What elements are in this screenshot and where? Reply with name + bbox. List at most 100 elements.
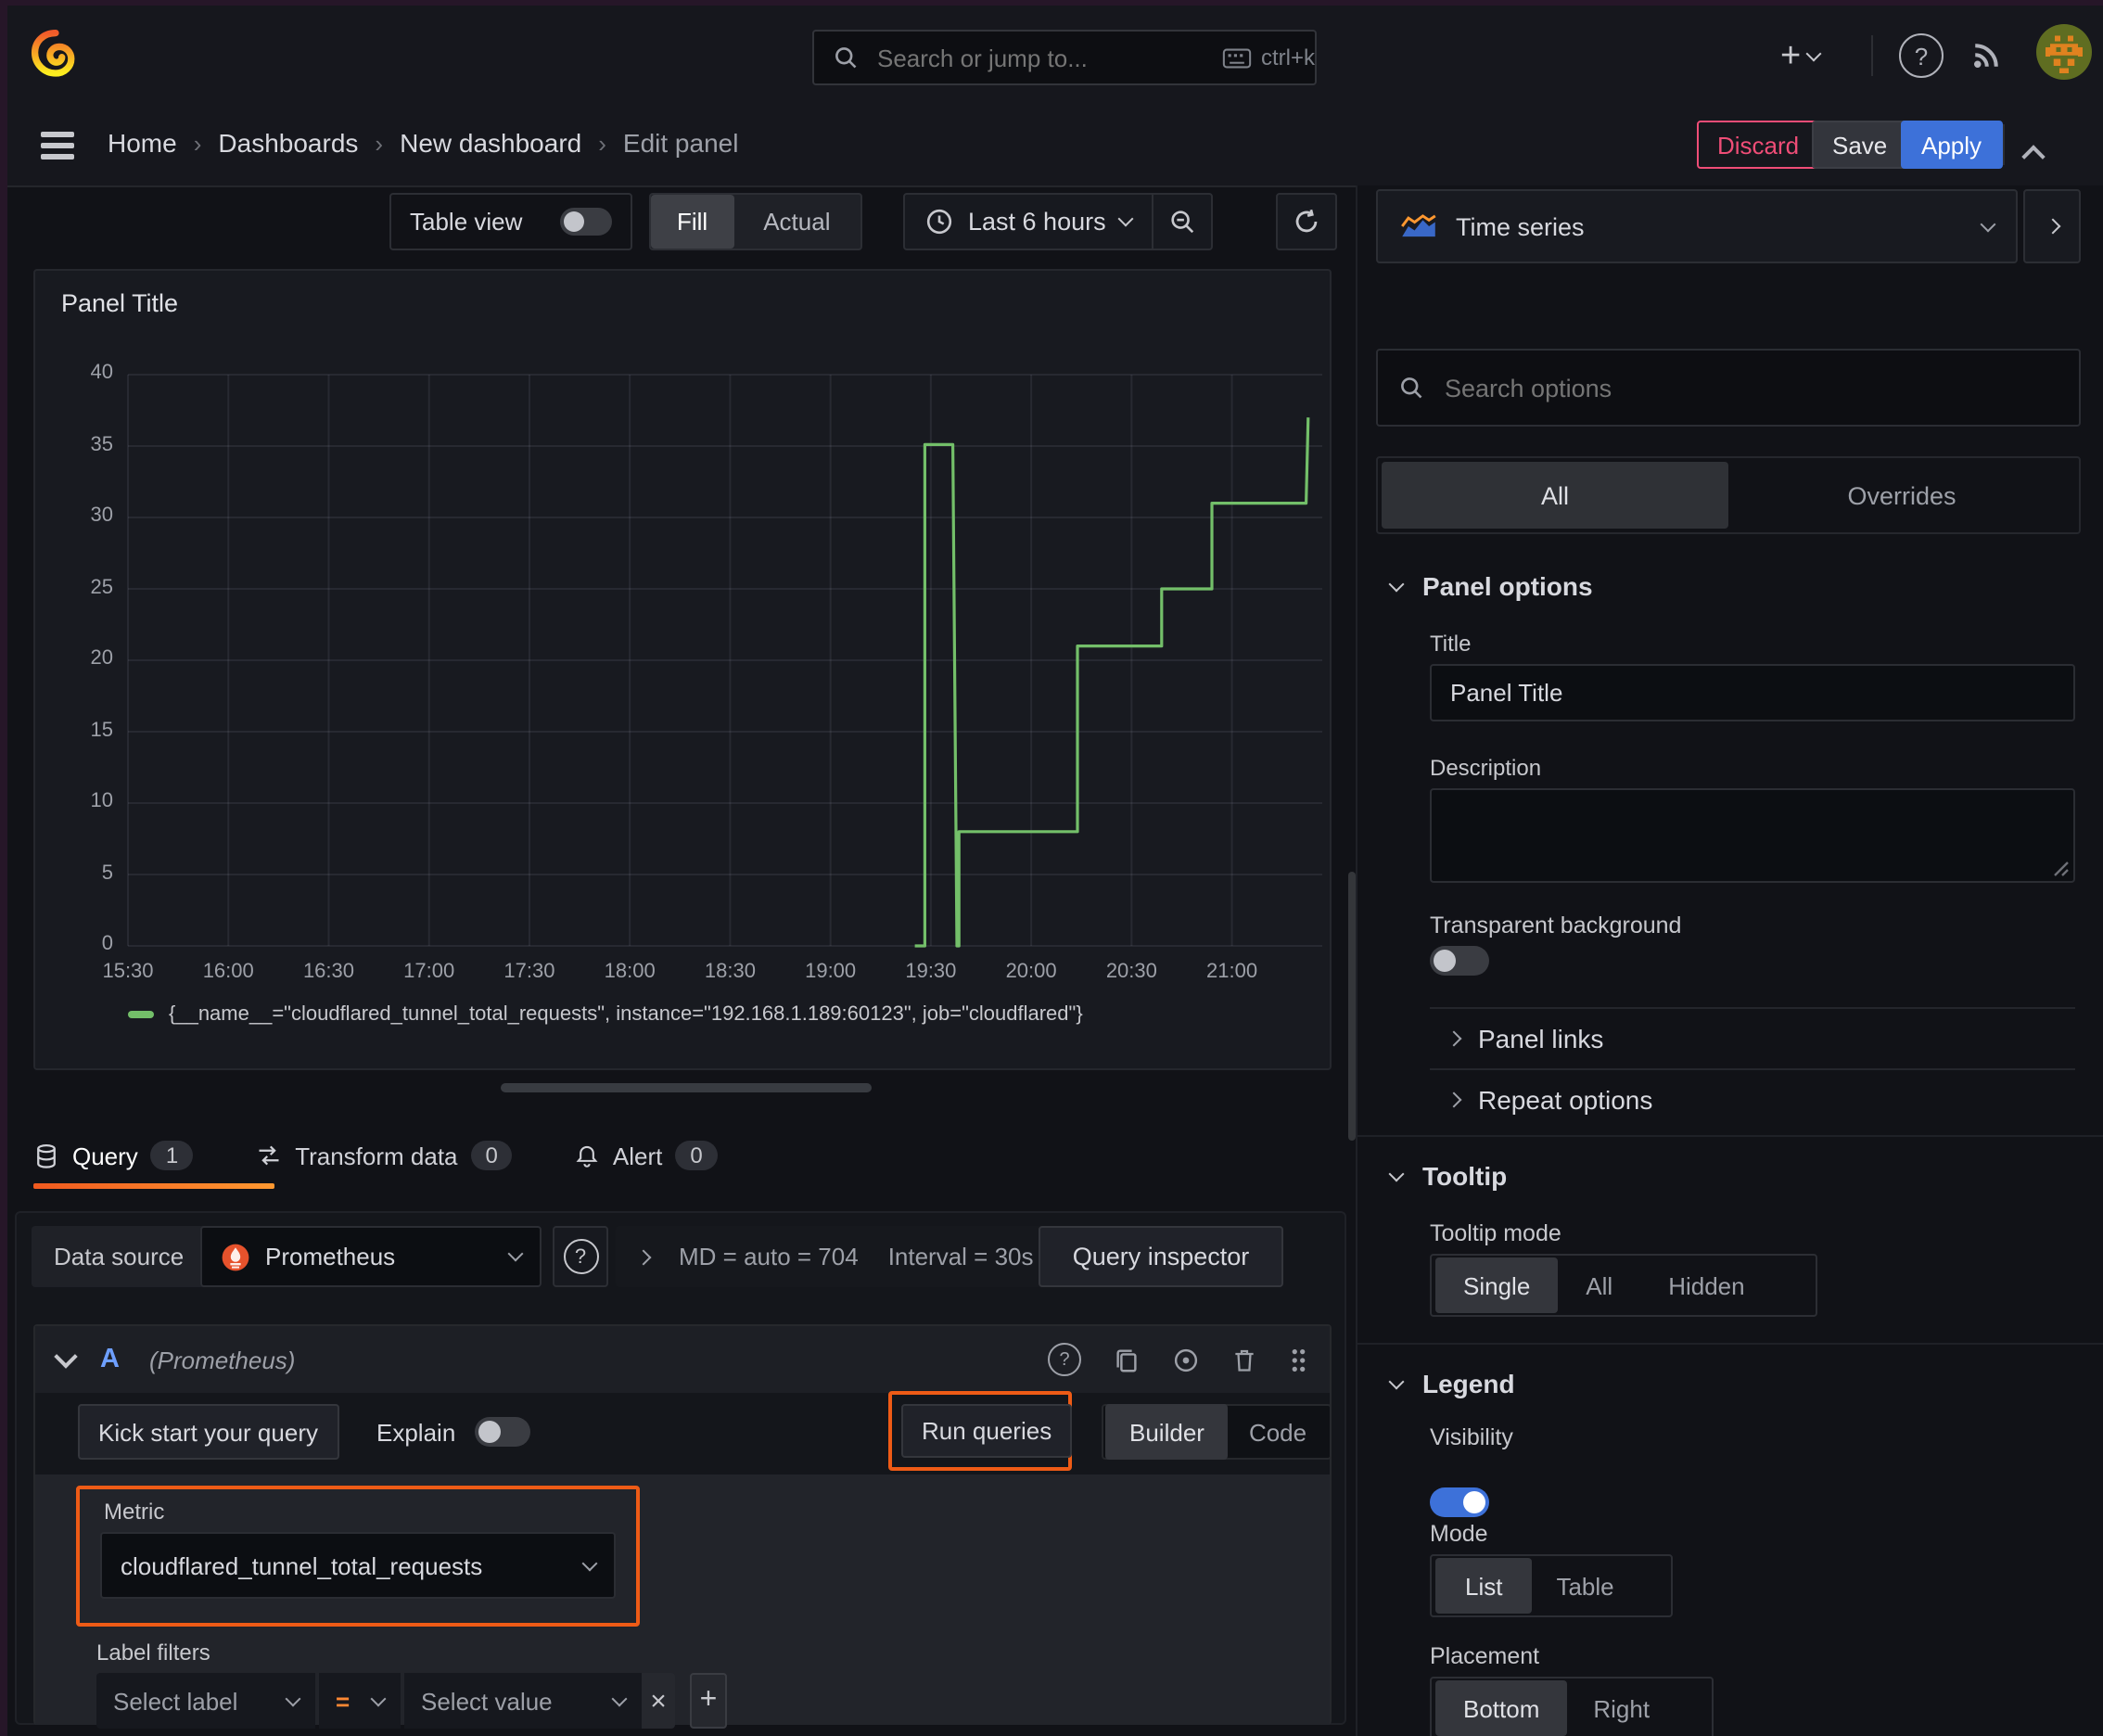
remove-filter-button[interactable]: ×: [642, 1673, 675, 1729]
hamburger-menu-icon[interactable]: [41, 132, 74, 159]
delete-query-icon[interactable]: [1231, 1346, 1257, 1373]
legend-mode-list[interactable]: List: [1435, 1558, 1533, 1614]
chevron-down-icon: [1388, 576, 1405, 593]
repeat-options-row[interactable]: Repeat options: [1446, 1085, 1652, 1115]
panel-options-header[interactable]: Panel options: [1388, 571, 1593, 601]
visualization-picker[interactable]: Time series: [1376, 189, 2018, 263]
chevron-right-icon: [635, 1248, 652, 1265]
metric-value: cloudflared_tunnel_total_requests: [121, 1551, 483, 1579]
explain-toggle[interactable]: [474, 1417, 530, 1447]
options-search[interactable]: [1376, 349, 2081, 427]
panel-links-row[interactable]: Panel links: [1446, 1024, 1603, 1053]
title-input[interactable]: [1430, 664, 2075, 721]
metric-label: Metric: [104, 1499, 165, 1525]
code-option[interactable]: Code: [1229, 1404, 1327, 1460]
tab-transform-data[interactable]: Transform data 0: [256, 1141, 513, 1170]
tab-transform-count: 0: [470, 1141, 513, 1170]
actual-option[interactable]: Actual: [733, 195, 860, 249]
chart-legend[interactable]: {__name__="cloudflared_tunnel_total_requ…: [128, 1003, 1083, 1026]
series-label[interactable]: {__name__="cloudflared_tunnel_total_requ…: [169, 1003, 1083, 1026]
datasource-picker[interactable]: Prometheus: [200, 1226, 542, 1287]
description-textarea[interactable]: [1430, 788, 2075, 883]
add-menu[interactable]: +: [1780, 28, 1822, 83]
options-tabs: All Overrides: [1376, 456, 2081, 534]
collapse-chevron-up-icon[interactable]: [2021, 143, 2046, 171]
breadcrumb-new-dashboard[interactable]: New dashboard: [400, 128, 581, 158]
options-search-input[interactable]: [1441, 372, 2058, 403]
tooltip-mode-all[interactable]: All: [1558, 1257, 1640, 1313]
tab-query[interactable]: Query 1: [33, 1141, 194, 1170]
select-value-dropdown[interactable]: Select value: [404, 1673, 642, 1729]
datasource-help-button[interactable]: ?: [553, 1226, 608, 1287]
disable-query-icon[interactable]: [1172, 1346, 1200, 1373]
tab-overrides[interactable]: Overrides: [1728, 462, 2075, 529]
kick-start-query-button[interactable]: Kick start your query: [78, 1404, 338, 1460]
resize-grip-icon[interactable]: [2053, 861, 2070, 877]
chevron-down-icon: [581, 1554, 598, 1571]
query-help-icon[interactable]: ?: [1048, 1343, 1081, 1376]
apply-button[interactable]: Apply: [1901, 121, 2003, 169]
chevron-down-icon: [1980, 215, 1996, 232]
metric-select[interactable]: cloudflared_tunnel_total_requests: [100, 1532, 616, 1599]
chevron-down-icon: [1388, 1373, 1405, 1390]
query-ref-id: A: [100, 1345, 120, 1374]
breadcrumb-home[interactable]: Home: [108, 128, 177, 158]
user-avatar[interactable]: [2036, 24, 2092, 80]
help-icon[interactable]: ?: [1899, 33, 1944, 78]
time-series-chart[interactable]: [35, 271, 1330, 1068]
duplicate-query-icon[interactable]: [1113, 1346, 1141, 1373]
scrollbar-thumb[interactable]: [1348, 872, 1356, 1141]
placement-bottom[interactable]: Bottom: [1435, 1680, 1568, 1736]
operator-dropdown[interactable]: =: [319, 1673, 401, 1729]
tooltip-mode-label: Tooltip mode: [1430, 1220, 1561, 1246]
tab-alert[interactable]: Alert 0: [576, 1141, 718, 1170]
grafana-logo-icon[interactable]: [30, 28, 82, 80]
visibility-toggle[interactable]: [1430, 1487, 1489, 1517]
search-icon: [1398, 375, 1424, 401]
query-card-header[interactable]: A (Prometheus) ?: [35, 1326, 1330, 1393]
drag-handle-icon[interactable]: [1289, 1346, 1307, 1373]
navbar-divider: [2003, 124, 2005, 165]
legend-mode-table[interactable]: Table: [1532, 1558, 1638, 1614]
tooltip-mode-switch: Single All Hidden: [1430, 1254, 1817, 1317]
fill-option[interactable]: Fill: [651, 195, 734, 249]
table-view-control[interactable]: Table view: [389, 193, 632, 250]
tooltip-header[interactable]: Tooltip: [1388, 1161, 1507, 1191]
save-button[interactable]: Save: [1812, 121, 1908, 169]
placement-right[interactable]: Right: [1567, 1680, 1676, 1736]
tab-all[interactable]: All: [1382, 462, 1728, 529]
chevron-right-icon: [1446, 1030, 1462, 1047]
interval-summary: Interval = 30s: [887, 1243, 1034, 1270]
time-range-picker[interactable]: Last 6 hours: [905, 195, 1153, 249]
breadcrumb-separator: ›: [193, 129, 202, 157]
pane-resize-handle[interactable]: [501, 1083, 872, 1092]
database-icon: [33, 1142, 59, 1169]
legend-header[interactable]: Legend: [1388, 1369, 1515, 1398]
section-divider: [1356, 1343, 2103, 1345]
discard-button[interactable]: Discard: [1697, 121, 1820, 169]
news-rss-icon[interactable]: [1969, 35, 2007, 72]
global-search[interactable]: ctrl+k: [812, 30, 1317, 85]
collapse-pane-button[interactable]: [2023, 189, 2081, 263]
section-divider: [1356, 1135, 2103, 1137]
title-field[interactable]: [1430, 664, 2075, 721]
tab-alert-count: 0: [675, 1141, 718, 1170]
query-inspector-button[interactable]: Query inspector: [1039, 1226, 1283, 1287]
zoom-out-button[interactable]: [1152, 195, 1212, 249]
builder-option[interactable]: Builder: [1105, 1404, 1229, 1460]
transparent-bg-toggle[interactable]: [1430, 946, 1489, 976]
breadcrumb-dashboards[interactable]: Dashboards: [218, 128, 358, 158]
tooltip-mode-single[interactable]: Single: [1435, 1257, 1559, 1313]
fill-actual-switch[interactable]: Fill Actual: [649, 193, 862, 250]
select-label-dropdown[interactable]: Select label: [96, 1673, 315, 1729]
active-tab-underline: [33, 1183, 274, 1189]
breadcrumb-bar: Home › Dashboards › New dashboard › Edit…: [0, 104, 2103, 187]
search-input[interactable]: [873, 42, 1207, 73]
query-options-row[interactable]: MD = auto = 704 Interval = 30s: [616, 1226, 1061, 1287]
refresh-button[interactable]: [1276, 193, 1337, 250]
collapse-chevron-icon[interactable]: [54, 1345, 78, 1369]
table-view-toggle[interactable]: [560, 208, 612, 236]
run-queries-button[interactable]: Run queries: [901, 1404, 1073, 1458]
add-filter-button[interactable]: +: [690, 1673, 727, 1729]
tooltip-mode-hidden[interactable]: Hidden: [1640, 1257, 1772, 1313]
